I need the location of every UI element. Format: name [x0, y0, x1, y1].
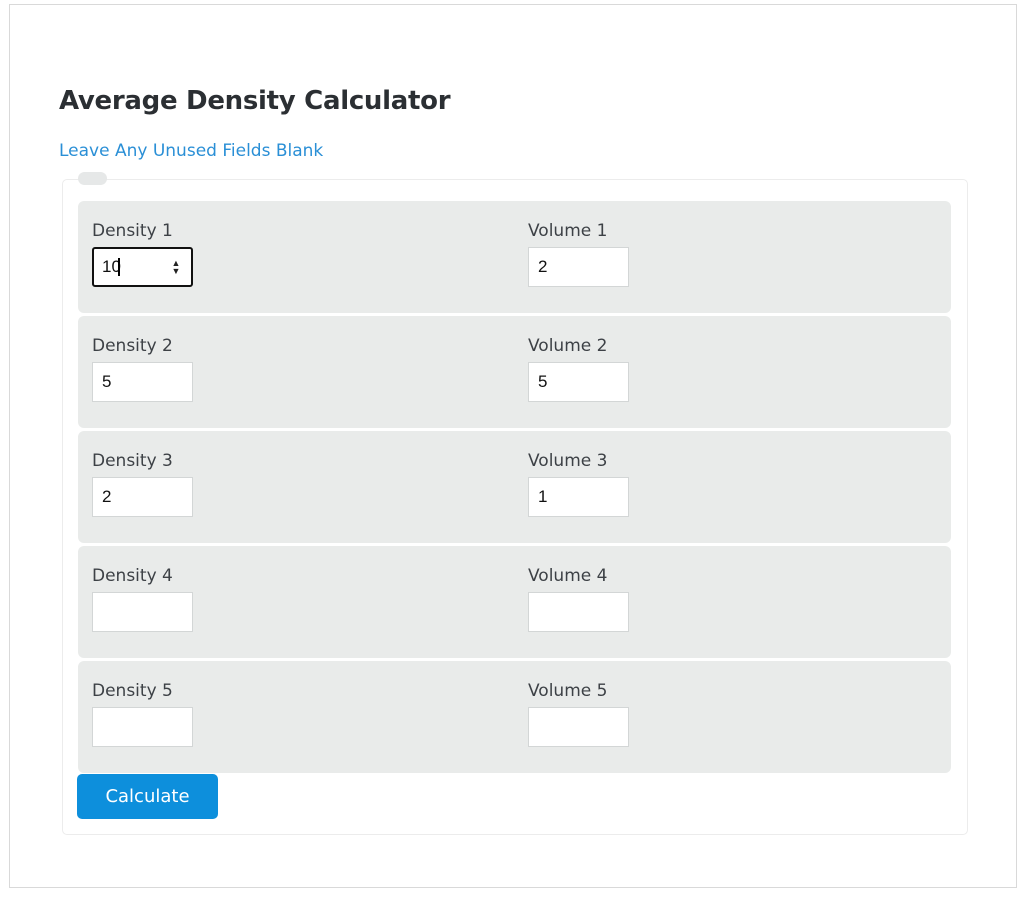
density-4-field: Density 4: [92, 566, 193, 632]
volume-4-label: Volume 4: [528, 566, 608, 586]
volume-5-field: Volume 5: [528, 681, 629, 747]
volume-1-input[interactable]: [528, 247, 629, 287]
volume-1-field: Volume 1: [528, 221, 629, 287]
density-5-label: Density 5: [92, 681, 173, 701]
volume-2-field: Volume 2: [528, 336, 629, 402]
up-down-arrows-icon[interactable]: ▲ ▼: [171, 259, 181, 276]
density-2-label: Density 2: [92, 336, 173, 356]
card-tab-pill: [78, 172, 107, 185]
volume-2-input[interactable]: [528, 362, 629, 402]
input-row-1: Density 1 ▲▼ Volume 1: [78, 201, 951, 313]
volume-3-label: Volume 3: [528, 451, 608, 471]
density-2-input[interactable]: [92, 362, 193, 402]
input-row-4: Density 4 Volume 4: [78, 546, 951, 658]
density-5-input[interactable]: [92, 707, 193, 747]
volume-5-label: Volume 5: [528, 681, 608, 701]
volume-4-input[interactable]: [528, 592, 629, 632]
density-4-label: Density 4: [92, 566, 173, 586]
calculate-button[interactable]: Calculate: [77, 774, 218, 819]
volume-5-input[interactable]: [528, 707, 629, 747]
volume-2-label: Volume 2: [528, 336, 608, 356]
density-2-field: Density 2: [92, 336, 193, 402]
volume-1-label: Volume 1: [528, 221, 608, 241]
density-4-input[interactable]: [92, 592, 193, 632]
volume-3-field: Volume 3: [528, 451, 629, 517]
input-row-2: Density 2 Volume 2: [78, 316, 951, 428]
input-row-3: Density 3 Volume 3: [78, 431, 951, 543]
density-1-field: Density 1 ▲▼: [92, 221, 193, 287]
volume-4-field: Volume 4: [528, 566, 629, 632]
text-caret: [118, 258, 120, 276]
page-title: Average Density Calculator: [59, 86, 451, 116]
input-row-5: Density 5 Volume 5: [78, 661, 951, 773]
density-3-input[interactable]: [92, 477, 193, 517]
density-1-label: Density 1: [92, 221, 173, 241]
density-3-field: Density 3: [92, 451, 193, 517]
unused-fields-note: Leave Any Unused Fields Blank: [59, 141, 324, 161]
density-5-field: Density 5: [92, 681, 193, 747]
density-1-wrap: ▲▼: [92, 247, 193, 287]
volume-3-input[interactable]: [528, 477, 629, 517]
density-3-label: Density 3: [92, 451, 173, 471]
